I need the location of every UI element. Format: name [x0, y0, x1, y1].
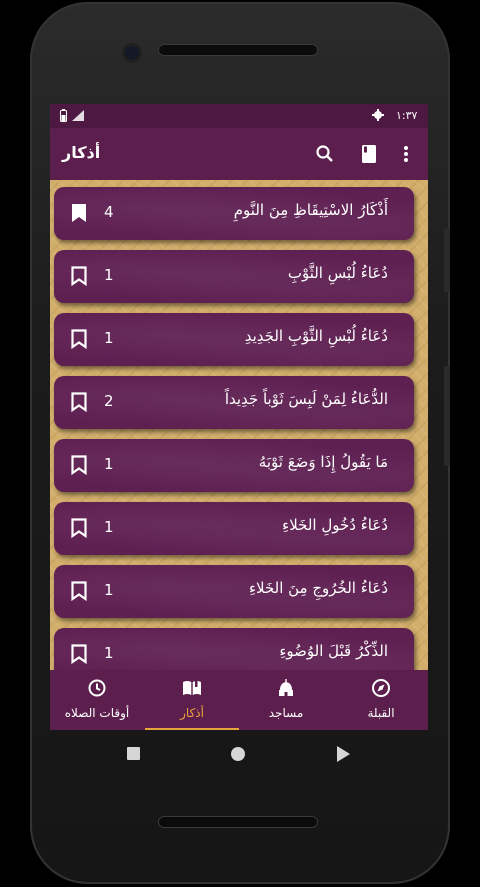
clock-icon [88, 679, 106, 697]
volume-button [444, 228, 450, 292]
item-count: 1 [104, 455, 114, 473]
item-title: الدُّعَاءُ لِمَنْ لَبِسَ ثَوْباً جَدِيدا… [224, 390, 388, 408]
book-icon[interactable] [359, 144, 379, 164]
item-count: 1 [104, 266, 114, 284]
status-time: ١:٣٧ [396, 109, 418, 122]
list-item[interactable]: 1 دُعَاءُ الخُرُوجِ مِنَ الخَلاءِ [54, 565, 414, 618]
nav-label: مساجد [268, 706, 304, 720]
list-item[interactable]: 1 مَا يَقُولُ إِذَا وَضَعَ ثَوْبَهُ [54, 439, 414, 492]
item-title: الذِّكْرُ قَبْلَ الوُضُوءِ [279, 642, 388, 660]
item-title: مَا يَقُولُ إِذَا وَضَعَ ثَوْبَهُ [258, 453, 388, 471]
list-item[interactable]: 2 الدُّعَاءُ لِمَنْ لَبِسَ ثَوْباً جَدِي… [54, 376, 414, 429]
app-bar: أذكار [50, 128, 428, 180]
nav-qibla[interactable]: القبلة [334, 670, 428, 730]
signal-icon [72, 110, 84, 121]
bookmark-filled-icon[interactable] [70, 203, 88, 223]
nav-label: القبلة [367, 706, 395, 720]
item-count: 1 [104, 329, 114, 347]
list-item[interactable]: 1 الذِّكْرُ قَبْلَ الوُضُوءِ [54, 628, 414, 670]
azkar-list[interactable]: 4 أَذْكَارُ الاسْتِيقَاظِ مِنَ النَّومِ … [50, 180, 428, 670]
home-button[interactable] [231, 747, 245, 761]
item-title: دُعَاءُ الخُرُوجِ مِنَ الخَلاءِ [248, 579, 388, 597]
settings-status-icon [372, 109, 384, 121]
item-count: 4 [104, 203, 114, 221]
item-count: 1 [104, 518, 114, 536]
item-count: 1 [104, 581, 114, 599]
page-title: أذكار [62, 143, 101, 162]
top-speaker [158, 44, 318, 56]
list-item[interactable]: 1 دُعَاءُ لُبْسِ الثَّوْبِ [54, 250, 414, 303]
status-bar: ١:٣٧ [50, 104, 428, 128]
item-title: دُعَاءُ دُخُولِ الخَلاءِ [282, 516, 388, 534]
compass-icon [372, 679, 390, 697]
item-count: 2 [104, 392, 114, 410]
bookmark-outline-icon[interactable] [70, 266, 88, 286]
list-item[interactable]: 1 دُعَاءُ لُبْسِ الثَّوْبِ الجَدِيدِ [54, 313, 414, 366]
list-item[interactable]: 1 دُعَاءُ دُخُولِ الخَلاءِ [54, 502, 414, 555]
back-button[interactable] [336, 746, 350, 762]
mosque-icon [279, 679, 293, 696]
nav-prayer-times[interactable]: أوقات الصلاه [50, 670, 144, 730]
bookmark-outline-icon[interactable] [70, 518, 88, 538]
item-title: دُعَاءُ لُبْسِ الثَّوْبِ [287, 264, 388, 282]
bookmark-outline-icon[interactable] [70, 329, 88, 349]
app-screen: ١:٣٧ أذكار 4 أَذْكَارُ الاسْتِيقَاظِ مِن… [50, 104, 428, 730]
battery-icon [60, 109, 67, 122]
item-title: أَذْكَارُ الاسْتِيقَاظِ مِنَ النَّومِ [233, 201, 388, 219]
nav-label: أوقات الصلاه [64, 706, 130, 720]
nav-mosques[interactable]: مساجد [239, 670, 333, 730]
list-item[interactable]: 4 أَذْكَارُ الاسْتِيقَاظِ مِنَ النَّومِ [54, 187, 414, 240]
search-icon[interactable] [315, 144, 335, 164]
recents-button[interactable] [127, 747, 140, 760]
bookmark-outline-icon[interactable] [70, 455, 88, 475]
bookmark-outline-icon[interactable] [70, 392, 88, 412]
system-nav-bar [0, 730, 480, 778]
open-book-icon [183, 681, 201, 695]
item-title: دُعَاءُ لُبْسِ الثَّوْبِ الجَدِيدِ [244, 327, 388, 345]
power-button [444, 366, 450, 466]
nav-label: أذكار [180, 706, 204, 720]
item-count: 1 [104, 644, 114, 662]
more-vert-icon[interactable] [396, 144, 416, 164]
front-camera [125, 46, 139, 60]
bottom-nav: أوقات الصلاه أذكار مساجد القبلة [50, 670, 428, 730]
bottom-speaker [158, 816, 318, 828]
bookmark-outline-icon[interactable] [70, 581, 88, 601]
nav-azkar[interactable]: أذكار [145, 670, 239, 730]
bookmark-outline-icon[interactable] [70, 644, 88, 664]
